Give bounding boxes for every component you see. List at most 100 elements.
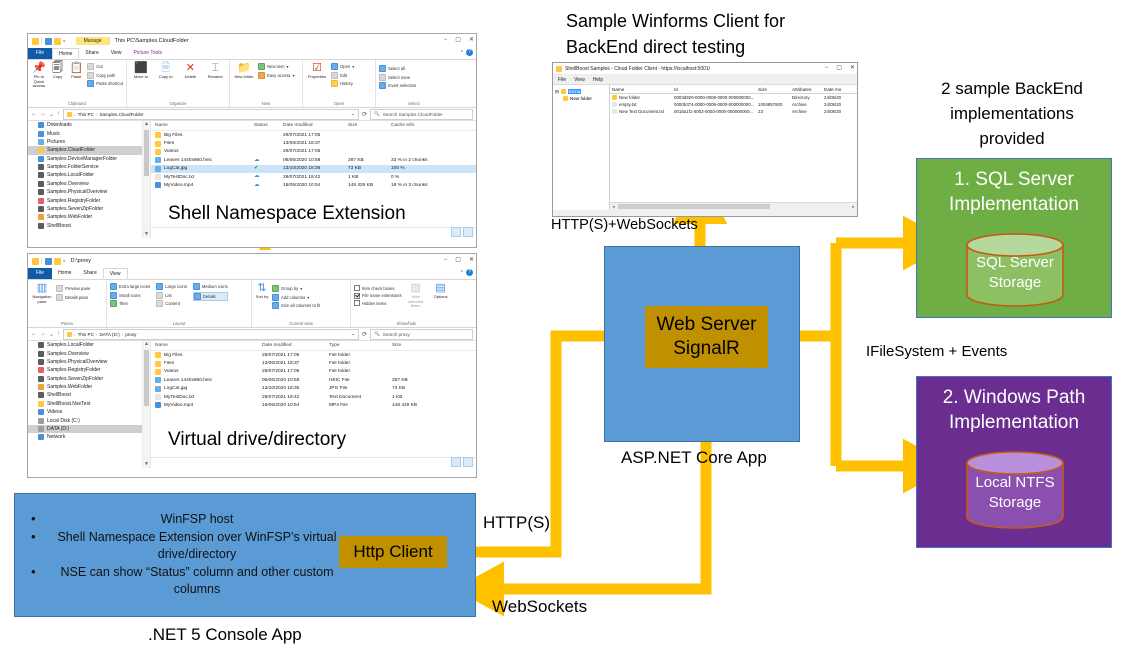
close-icon[interactable]: ✕ xyxy=(850,63,855,73)
search-input[interactable]: 🔍 Search Samples.CloudFolder xyxy=(370,108,473,120)
ribbon-tabs[interactable]: File Home Share View Picture Tools ^ ? xyxy=(28,48,476,60)
scrollbar-thumb[interactable] xyxy=(144,130,149,176)
table-row[interactable]: Big Files 29/07/2021 17:05 xyxy=(151,131,476,139)
size-all-columns-button[interactable]: Size all columns to fit xyxy=(272,302,320,309)
breadcrumb-item-cloudfolder[interactable]: Samples.CloudFolder xyxy=(99,112,143,117)
table-row[interactable]: Files 13/06/2021 18:37 File folder xyxy=(151,359,476,367)
ribbon-tab-home[interactable]: Home xyxy=(52,268,77,279)
back-icon[interactable]: ← xyxy=(31,111,37,118)
view-toggle[interactable] xyxy=(451,456,473,467)
paste-button[interactable]: 📋 Paste xyxy=(68,62,84,80)
nav-item[interactable]: Samples.PhysicalOverview xyxy=(28,188,150,196)
nav-item[interactable]: Videos xyxy=(28,408,150,416)
column-headers[interactable]: Name Date modified Type Size xyxy=(151,341,476,351)
ribbon-tab-view[interactable]: View xyxy=(102,268,128,279)
nav-item[interactable]: DATA (D:) xyxy=(28,424,150,434)
nav-item[interactable]: Samples.LocalFolder xyxy=(28,171,150,179)
details-view-button[interactable]: Details xyxy=(192,291,228,301)
horizontal-scrollbar[interactable]: ◂ ▸ xyxy=(610,202,857,210)
new-folder-icon[interactable] xyxy=(53,257,61,265)
nav-item[interactable]: Samples.WebFolder xyxy=(28,383,150,391)
ribbon-tab-picture-tools[interactable]: Picture Tools xyxy=(128,48,169,59)
column-header[interactable]: Date mo xyxy=(824,87,848,92)
forward-icon[interactable]: → xyxy=(40,331,46,338)
tree-node[interactable]: New folder xyxy=(555,96,607,103)
table-row[interactable]: New Text Document.txt 0018a1f1-0002-000d-… xyxy=(610,108,857,115)
large-icons-view-icon[interactable] xyxy=(463,456,473,467)
navigation-pane-button[interactable]: ▥ Navigation pane xyxy=(31,282,53,304)
table-row[interactable]: LogCat.jpg ✔ 13/10/2020 18:36 73 KB 100 % xyxy=(151,164,476,173)
easy-access-button[interactable]: Easy access ▾ xyxy=(258,71,295,79)
breadcrumb[interactable]: › This PC › DATA (D:) › proxy ⌄ xyxy=(63,328,359,340)
navigation-pane[interactable]: ▲ ▼ Samples.LocalFolder Samples.Overview S… xyxy=(28,341,151,468)
select-none-button[interactable]: Select none xyxy=(379,73,416,81)
web-server-signalr-block[interactable]: Web Server SignalR xyxy=(645,306,768,368)
nav-item[interactable]: Samples.CloudFolder xyxy=(28,146,150,155)
dropdown-caret-icon[interactable]: ▾ xyxy=(63,38,66,45)
search-input[interactable]: 🔍 Search proxy xyxy=(370,328,473,340)
nav-item[interactable]: Samples.WebFolder xyxy=(28,213,150,221)
properties-icon[interactable] xyxy=(44,257,52,265)
help-icon[interactable]: ? xyxy=(466,49,473,56)
tiles-button[interactable]: Tiles xyxy=(110,300,150,307)
minimize-icon[interactable]: − xyxy=(444,35,448,45)
sort-by-button[interactable]: ⇅ Sort by xyxy=(255,282,269,300)
tree-node[interactable]: ⊟ Kezia xyxy=(555,88,607,96)
medium-icons-button[interactable]: Medium icons xyxy=(192,283,228,290)
navigation-scrollbar[interactable]: ▲ ▼ xyxy=(142,341,150,468)
column-header[interactable]: Cache Info xyxy=(391,123,452,128)
navigation-buttons[interactable]: ← → ⌄ ↑ xyxy=(31,331,60,338)
scroll-left-icon[interactable]: ◂ xyxy=(610,203,617,210)
table-row[interactable]: MyVideo.mp4 ☁ 16/06/2020 10:54 148 429 KB 18… xyxy=(151,181,476,189)
sql-server-implementation-block[interactable]: 1. SQL Server Implementation SQL Server … xyxy=(916,158,1112,318)
add-columns-button[interactable]: Add columns ▾ xyxy=(272,293,320,301)
delete-button[interactable]: ✕ Delete xyxy=(180,62,202,80)
recent-locations-icon[interactable]: ⌄ xyxy=(49,111,54,118)
dropdown-caret-icon[interactable]: ▾ xyxy=(63,258,66,265)
select-all-button[interactable]: Select all xyxy=(379,65,416,72)
cut-button[interactable]: Cut xyxy=(87,63,123,70)
chevron-down-icon[interactable]: ▾ xyxy=(293,73,295,78)
forward-icon[interactable]: → xyxy=(40,111,46,118)
table-row[interactable]: Videos 29/07/2021 17:06 File folder xyxy=(151,368,476,376)
refresh-icon[interactable]: ⟳ xyxy=(362,331,367,338)
help-icon[interactable]: ? xyxy=(466,269,473,276)
new-folder-icon[interactable] xyxy=(53,37,61,45)
collapse-ribbon-icon[interactable]: ^ xyxy=(461,50,463,56)
breadcrumb-item-thispc[interactable]: This PC xyxy=(78,332,94,337)
maximize-icon[interactable]: ▢ xyxy=(455,255,461,265)
nav-item[interactable]: Samples.SevenZipFolder xyxy=(28,205,150,213)
details-view-icon[interactable] xyxy=(451,456,461,467)
expander-icon[interactable]: ⊟ xyxy=(555,89,559,95)
nav-item[interactable]: Samples.RegistryFolder xyxy=(28,196,150,204)
preview-pane-button[interactable]: Preview pane xyxy=(56,285,90,292)
copy-to-button[interactable]: 🗎 Copy to xyxy=(155,62,177,80)
nav-item[interactable]: Network xyxy=(28,433,150,441)
column-header[interactable]: Id xyxy=(674,87,758,92)
close-icon[interactable]: ✕ xyxy=(469,35,474,45)
file-rows[interactable]: Big Files 29/07/2021 17:05 Files 13/06/2021… xyxy=(151,131,476,190)
table-row[interactable]: LogCat.jpg 13/10/2020 18:36 JPG File 73 KB xyxy=(151,385,476,393)
navigation-buttons[interactable]: ← → ⌄ ↑ xyxy=(31,111,60,118)
hide-selected-items-button[interactable]: ▨ Hide selected items xyxy=(405,282,427,309)
navigation-pane[interactable]: ▲ ▼ Downloads Music Pictures Samples.CloudF… xyxy=(28,121,151,238)
nav-item[interactable]: ShellBoost.NseTest xyxy=(28,400,150,408)
ribbon-tab-file[interactable]: File xyxy=(28,268,53,279)
small-icons-button[interactable]: Small icons xyxy=(110,291,150,299)
table-row[interactable]: Big Files 29/07/2021 17:05 File folder xyxy=(151,351,476,359)
group-by-button[interactable]: Group by ▾ xyxy=(272,285,320,292)
extra-large-icons-button[interactable]: Extra large icons xyxy=(110,283,150,290)
nav-item[interactable]: Local Disk (C:) xyxy=(28,416,150,424)
ribbon-tab-share[interactable]: Share xyxy=(79,48,104,59)
move-to-button[interactable]: ⬛ Move to xyxy=(130,62,152,80)
rename-button[interactable]: ⌶ Rename xyxy=(204,62,226,80)
properties-button[interactable]: ☑ Properties xyxy=(306,62,328,80)
winforms-client-window[interactable]: ShellBoost Samples - Cloud Folder Client… xyxy=(552,62,858,217)
scroll-up-icon[interactable]: ▲ xyxy=(143,121,150,128)
ribbon-tab-share[interactable]: Share xyxy=(77,268,102,279)
column-headers[interactable]: Name Id Size Attributes Date mo xyxy=(610,85,857,94)
table-row[interactable]: MyTestDoc.txt 28/07/2021 19:42 Text Docume… xyxy=(151,393,476,401)
column-header[interactable]: Name xyxy=(612,87,674,92)
column-header[interactable]: Name xyxy=(155,123,254,128)
large-icons-view-icon[interactable] xyxy=(463,226,473,237)
